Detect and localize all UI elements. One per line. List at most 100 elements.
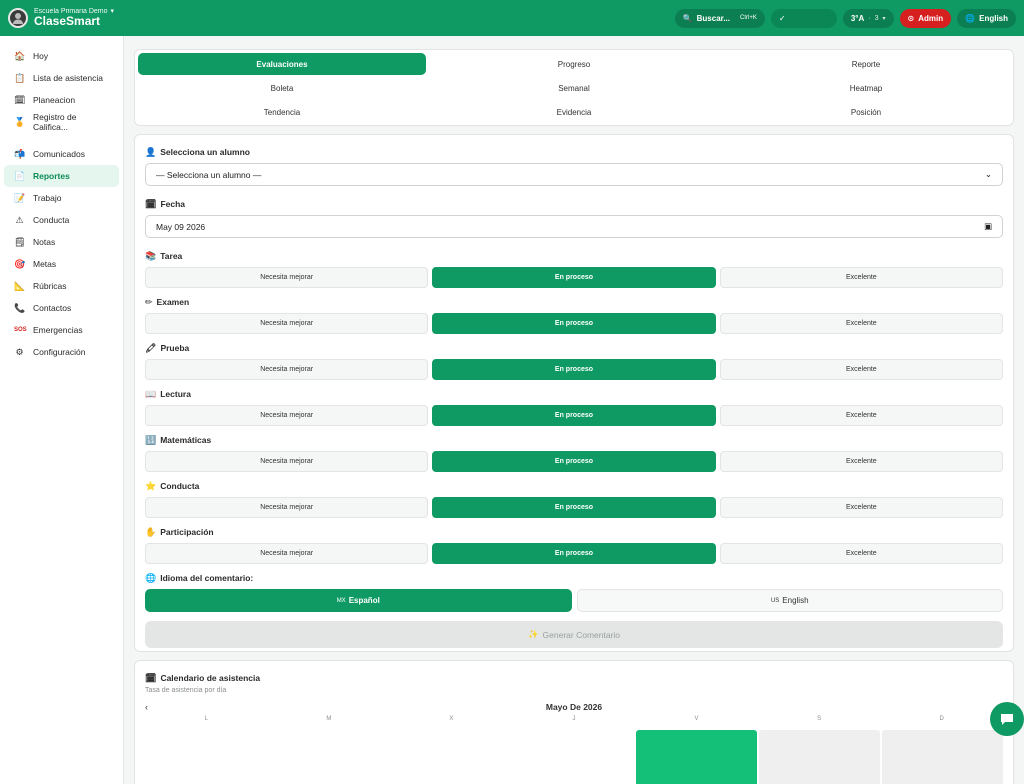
admin-button[interactable]: ⊙ Admin	[899, 8, 952, 28]
tab-posicion[interactable]: Posición	[722, 101, 1010, 123]
tab-tendencia[interactable]: Tendencia	[138, 101, 426, 123]
sidebar-item-conducta[interactable]: ⚠ Conducta	[4, 209, 119, 231]
rating-option-0[interactable]: Necesita mejorar	[145, 497, 429, 518]
sidebar-item-label: Hoy	[33, 51, 49, 61]
rating-option-2[interactable]: Excelente	[719, 405, 1003, 426]
sidebar-item-comunicados[interactable]: 📬 Comunicados	[4, 143, 119, 165]
calendar-day-cell	[514, 730, 635, 784]
tab-heatmap[interactable]: Heatmap	[722, 77, 1010, 99]
student-label: 👤 Selecciona un alumno	[145, 145, 1003, 159]
criterion-label: ✏ Examen	[145, 295, 1003, 309]
sidebar-item-hoy[interactable]: 🏠 Hoy	[4, 45, 119, 67]
language-button[interactable]: 🌐 English	[957, 8, 1016, 28]
tab-semanal[interactable]: Semanal	[430, 77, 718, 99]
globe-icon: 🌐	[965, 13, 976, 23]
rating-option-2[interactable]: Excelente	[719, 451, 1003, 472]
date-label-text: Fecha	[160, 199, 186, 209]
criterion-label: 🖍 Prueba	[145, 341, 1003, 355]
generate-comment-label: Generar Comentario	[542, 629, 621, 640]
sidebar-item-reportes[interactable]: 📄 Reportes	[4, 165, 119, 187]
sidebar-item-planeacion[interactable]: 🗓 Planeacion	[4, 89, 119, 111]
sidebar-item-rubricas[interactable]: 📐 Rúbricas	[4, 275, 119, 297]
rating-option-0[interactable]: Necesita mejorar	[145, 543, 429, 564]
weekday-label: S	[817, 716, 822, 722]
chevron-down-icon: ⌄	[984, 169, 992, 179]
weekday-label: X	[449, 716, 454, 722]
sidebar-item-registro-de-calificaciones[interactable]: 🏅 Registro de Califica...	[4, 111, 119, 133]
group-selector[interactable]: 3°A · 3 ▾	[842, 8, 894, 28]
sidebar-item-label: Notas	[33, 237, 56, 247]
criterion-label-text: Conducta	[160, 481, 200, 491]
search-button[interactable]: 🔍 Buscar... Ctrl+K	[674, 8, 765, 28]
star-icon: ⭐	[145, 480, 157, 491]
chat-icon	[1001, 714, 1013, 725]
rating-option-1[interactable]: En proceso	[432, 313, 716, 334]
rating-option-0[interactable]: Necesita mejorar	[145, 313, 429, 334]
sidebar-item-metas[interactable]: 🎯 Metas	[4, 253, 119, 275]
sidebar-item-notas[interactable]: 🗒 Notas	[4, 231, 119, 253]
rating-option-2[interactable]: Excelente	[719, 359, 1003, 380]
sidebar-item-trabajo[interactable]: 📝 Trabajo	[4, 187, 119, 209]
rating-option-2[interactable]: Excelente	[719, 313, 1003, 334]
language-option-english[interactable]: US English	[576, 589, 1003, 612]
rating-option-1[interactable]: En proceso	[432, 451, 716, 472]
date-field[interactable]: May 09 2026 ▣	[145, 215, 1003, 238]
note-icon: 🗒	[14, 236, 26, 247]
rating-option-2[interactable]: Excelente	[719, 497, 1003, 518]
sidebar-item-label: Registro de Califica...	[33, 112, 77, 132]
sparkle-icon: ✨	[527, 629, 539, 639]
criterion-label: ✋ Participación	[145, 525, 1003, 539]
sidebar-item-configuracion[interactable]: ⚙ Configuración	[4, 341, 119, 363]
sidebar-item-lista-de-asistencia[interactable]: 📋 Lista de asistencia	[4, 67, 119, 89]
tab-boleta[interactable]: Boleta	[138, 77, 426, 99]
calendar-day-cell[interactable]	[759, 730, 881, 784]
rating-options: Necesita mejorar En proceso Excelente	[145, 497, 1003, 518]
rating-options: Necesita mejorar En proceso Excelente	[145, 451, 1003, 472]
sidebar-item-label: Emergencias	[33, 325, 83, 335]
crayon-icon: 🖍	[145, 342, 157, 353]
phone-icon: 📞	[14, 302, 26, 313]
tab-reporte[interactable]: Reporte	[722, 53, 1010, 75]
school-selector[interactable]: Escuela Primaria Demo ▾	[34, 8, 114, 16]
criterion-label: 🔢 Matemáticas	[145, 433, 1003, 447]
calendar-day-cell[interactable]	[636, 730, 758, 784]
rating-option-0[interactable]: Necesita mejorar	[145, 405, 429, 426]
prev-month-button[interactable]: ‹	[145, 702, 157, 712]
language-option-espanol[interactable]: MX Español	[145, 589, 572, 612]
power-icon: ⊙	[907, 13, 915, 23]
tab-progreso[interactable]: Progreso	[430, 53, 718, 75]
sidebar-item-contactos[interactable]: 📞 Contactos	[4, 297, 119, 319]
comment-language-label: 🌐 Idioma del comentario:	[145, 571, 1003, 585]
comment-language-label-text: Idioma del comentario:	[160, 573, 254, 583]
rating-option-1[interactable]: En proceso	[432, 543, 716, 564]
open-book-icon: 📖	[145, 388, 157, 399]
calendar-day-cell[interactable]	[882, 730, 1003, 784]
rating-option-1[interactable]: En proceso	[432, 267, 716, 288]
chat-button[interactable]	[990, 702, 1024, 736]
student-select[interactable]: — Selecciona un alumno — ⌄	[145, 163, 1003, 186]
status-indicator[interactable]: ✓	[770, 8, 837, 28]
rating-option-0[interactable]: Necesita mejorar	[145, 359, 429, 380]
rating-option-0[interactable]: Necesita mejorar	[145, 451, 429, 472]
rating-option-1[interactable]: En proceso	[432, 405, 716, 426]
calendar-picker-icon[interactable]: ▣	[984, 221, 992, 232]
person-icon: 👤	[145, 146, 157, 157]
tab-evaluaciones[interactable]: Evaluaciones	[138, 53, 426, 75]
language-option-label: Español	[348, 596, 380, 605]
rating-option-0[interactable]: Necesita mejorar	[145, 267, 429, 288]
avatar[interactable]	[8, 8, 28, 28]
top-header: Escuela Primaria Demo ▾ ClaseSmart 🔍 Bus…	[0, 0, 1024, 36]
generate-comment-button[interactable]: ✨ Generar Comentario	[145, 621, 1003, 648]
rating-option-1[interactable]: En proceso	[432, 497, 716, 518]
sidebar-item-label: Planeacion	[33, 95, 76, 105]
group-label: 3°A	[850, 13, 865, 23]
sidebar-item-emergencias[interactable]: SOS Emergencias	[4, 319, 119, 341]
rating-option-1[interactable]: En proceso	[432, 359, 716, 380]
language-label: English	[979, 13, 1008, 23]
tab-evidencia[interactable]: Evidencia	[430, 101, 718, 123]
brand[interactable]: Escuela Primaria Demo ▾ ClaseSmart	[34, 8, 114, 29]
report-tabs: Evaluaciones Progreso Reporte Boleta Sem…	[134, 49, 1014, 126]
rating-option-2[interactable]: Excelente	[719, 543, 1003, 564]
rating-option-2[interactable]: Excelente	[719, 267, 1003, 288]
calendar-icon: 🗓	[14, 94, 26, 105]
